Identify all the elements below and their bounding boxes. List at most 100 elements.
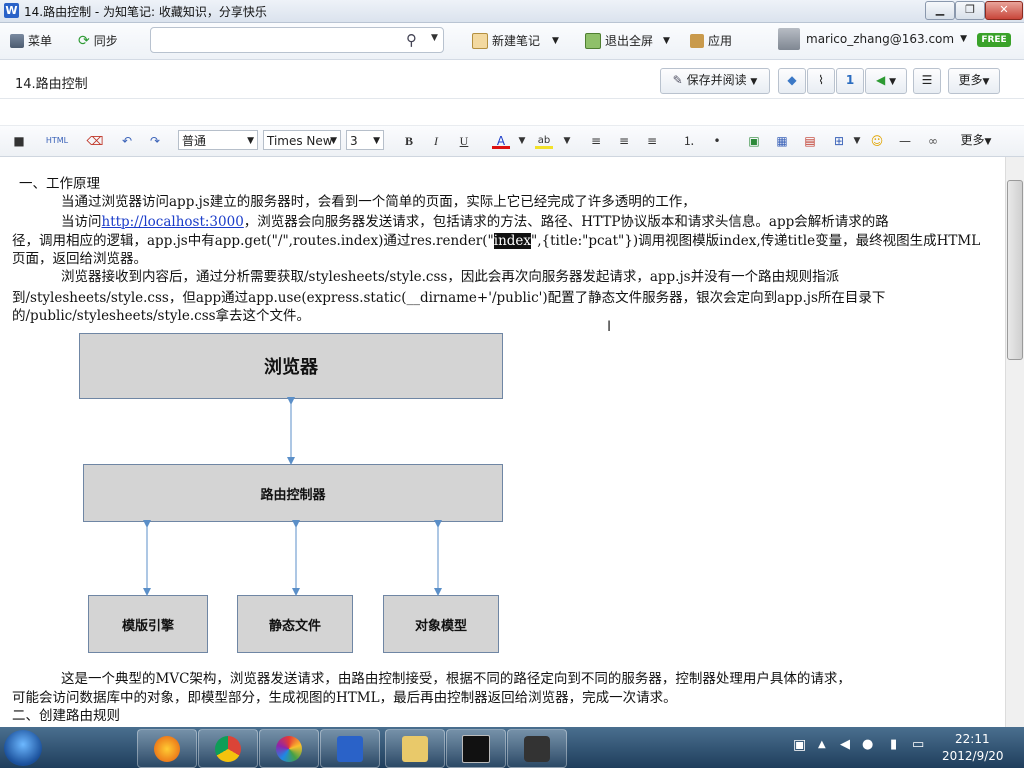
clear-format-icon[interactable]: ⌫	[86, 133, 104, 149]
clock-time[interactable]: 22:11	[955, 732, 990, 746]
chevron-down-icon: ▼	[373, 136, 380, 146]
tray-expand-icon[interactable]: ▲	[818, 739, 826, 750]
chevron-down-icon[interactable]: ▼	[750, 77, 757, 87]
more-label: 更多	[958, 73, 983, 87]
chevron-down-icon[interactable]: ▼	[848, 133, 866, 149]
firefox-icon	[154, 735, 180, 762]
chevron-down-icon[interactable]: ▼	[663, 36, 670, 46]
more-button[interactable]: 更多▼	[948, 68, 1000, 94]
attachment-button[interactable]: ⌇	[807, 68, 835, 94]
paragraph-style-select[interactable]: 普通 ▼	[178, 130, 258, 150]
clock-date[interactable]: 2012/9/20	[942, 749, 1004, 763]
chevron-down-icon[interactable]: ▼	[960, 34, 967, 44]
terminal-icon	[462, 734, 490, 763]
folder-icon	[402, 735, 428, 762]
network-icon[interactable]: ▮	[890, 737, 897, 752]
chevron-down-icon: ▼	[984, 137, 992, 147]
volume-icon[interactable]: ◀	[840, 737, 850, 752]
font-size-select[interactable]: 3 ▼	[346, 130, 384, 150]
avatar[interactable]	[778, 28, 800, 50]
exit-fullscreen-button[interactable]: 退出全屏 ▼	[585, 32, 670, 49]
bullet-list-icon[interactable]: •	[708, 133, 726, 149]
tray-flag-icon[interactable]: ▣	[793, 737, 806, 753]
search-icon[interactable]: ⚲	[406, 31, 417, 49]
link-icon[interactable]: ∞	[924, 133, 942, 149]
taskbar-recorder[interactable]	[507, 729, 567, 768]
html-source-button[interactable]: HTML	[44, 133, 70, 149]
taskbar: ▣ ▲ ◀ ● ▮ ▭ 22:11 2012/9/20	[0, 727, 1024, 768]
horizontal-rule-icon[interactable]: —	[896, 133, 914, 149]
start-button[interactable]	[4, 730, 42, 766]
bold-button[interactable]: B	[400, 133, 418, 149]
search-input[interactable]: ⚲ ▼	[150, 27, 444, 53]
undo-icon[interactable]: ↶	[118, 133, 136, 149]
taskbar-cmd[interactable]	[446, 729, 506, 768]
account-menu[interactable]: marico_zhang@163.com ▼	[778, 28, 967, 50]
format-toolbar: ■ HTML ⌫ ↶ ↷ 普通 ▼ Times New ▼ 3 ▼ B I U A ▼…	[0, 126, 1024, 157]
taskbar-firefox[interactable]	[137, 729, 197, 768]
save-and-read-button[interactable]: ✎ 保存并阅读 ▼	[660, 68, 770, 94]
paperclip-icon: ⌇	[818, 73, 824, 87]
format-more-button[interactable]: 更多▼	[952, 130, 1000, 150]
taskbar-picasa[interactable]	[259, 729, 319, 768]
underline-button[interactable]: U	[455, 133, 473, 149]
minimize-button[interactable]: ▁	[925, 1, 955, 20]
text-run: ",{title:"pcat"})调用视图模版index,传递title变量，最…	[531, 233, 981, 249]
chevron-down-icon[interactable]: ▼	[558, 133, 576, 149]
chevron-down-icon: ▼	[982, 77, 990, 87]
maximize-button[interactable]: ❐	[955, 1, 985, 20]
paragraph-4-line-2: 可能会访问数据库中的对象，即模型部分，生成视图的HTML，最后再由控制器返回给浏…	[12, 690, 677, 706]
menu-button[interactable]: 菜单	[10, 32, 52, 49]
align-left-icon[interactable]: ≡	[587, 133, 605, 149]
taskbar-chrome[interactable]	[198, 729, 258, 768]
camera-icon	[524, 735, 550, 762]
apps-button[interactable]: 应用	[690, 32, 732, 49]
list-icon: ☰	[921, 73, 933, 87]
taskbar-wiznote[interactable]	[320, 729, 380, 768]
new-note-button[interactable]: 新建笔记 ▼	[472, 32, 559, 49]
table-icon[interactable]: ⊞	[830, 133, 848, 149]
outline-button[interactable]: ☰	[913, 68, 941, 94]
sync-button[interactable]: ⟳ 同步	[78, 32, 118, 49]
highlight-icon[interactable]: ab	[535, 133, 553, 149]
display-icon[interactable]: ▭	[912, 737, 924, 752]
chevron-down-icon[interactable]: ▼	[552, 36, 559, 46]
calendar-icon[interactable]: ▤	[801, 133, 819, 149]
info-button[interactable]: 1	[836, 68, 864, 94]
sync-label: 同步	[93, 34, 118, 48]
chevron-down-icon[interactable]: ▼	[889, 77, 896, 87]
screenshot-icon[interactable]: ▦	[773, 133, 791, 149]
taskbar-explorer[interactable]	[385, 729, 445, 768]
new-note-icon	[472, 32, 488, 49]
paragraph-4-line-1: 这是一个典型的MVC架构，浏览器发送请求，由路由控制接受，根据不同的路径定向到不…	[61, 671, 851, 687]
redo-icon[interactable]: ↷	[146, 133, 164, 149]
save-icon[interactable]: ■	[10, 133, 28, 149]
chevron-down-icon[interactable]: ▼	[431, 33, 438, 43]
wiznote-icon	[337, 735, 363, 762]
scrollbar-thumb[interactable]	[1007, 180, 1023, 360]
chevron-down-icon[interactable]: ▼	[513, 133, 531, 149]
tag-button[interactable]: ◆	[778, 68, 806, 94]
menu-label: 菜单	[28, 34, 53, 48]
italic-button[interactable]: I	[427, 133, 445, 149]
qq-icon[interactable]: ●	[862, 737, 873, 752]
text-cursor-icon: I	[607, 319, 612, 335]
diagram-connectors	[143, 397, 442, 596]
share-button[interactable]: ◀ ▼	[865, 68, 907, 94]
font-size-value: 3	[350, 134, 358, 148]
info-icon: 1	[845, 73, 855, 87]
chevron-down-icon: ▼	[330, 136, 337, 146]
align-right-icon[interactable]: ≡	[643, 133, 661, 149]
emoji-icon[interactable]: ☺	[868, 133, 886, 149]
ordered-list-icon[interactable]: ⒈	[680, 133, 698, 149]
paragraph-style-value: 普通	[182, 134, 207, 148]
insert-image-icon[interactable]: ▣	[745, 133, 763, 149]
align-center-icon[interactable]: ≡	[615, 133, 633, 149]
note-editor[interactable]: 一、工作原理 当通过浏览器访问app.js建立的服务器时，会看到一个简单的页面，…	[0, 157, 1005, 727]
font-color-icon[interactable]: A	[492, 133, 510, 149]
note-title[interactable]: 14.路由控制	[15, 73, 88, 92]
close-button[interactable]: ✕	[985, 1, 1023, 20]
apps-box-icon	[690, 33, 704, 48]
font-family-select[interactable]: Times New ▼	[263, 130, 341, 150]
exit-fullscreen-label: 退出全屏	[605, 34, 654, 48]
